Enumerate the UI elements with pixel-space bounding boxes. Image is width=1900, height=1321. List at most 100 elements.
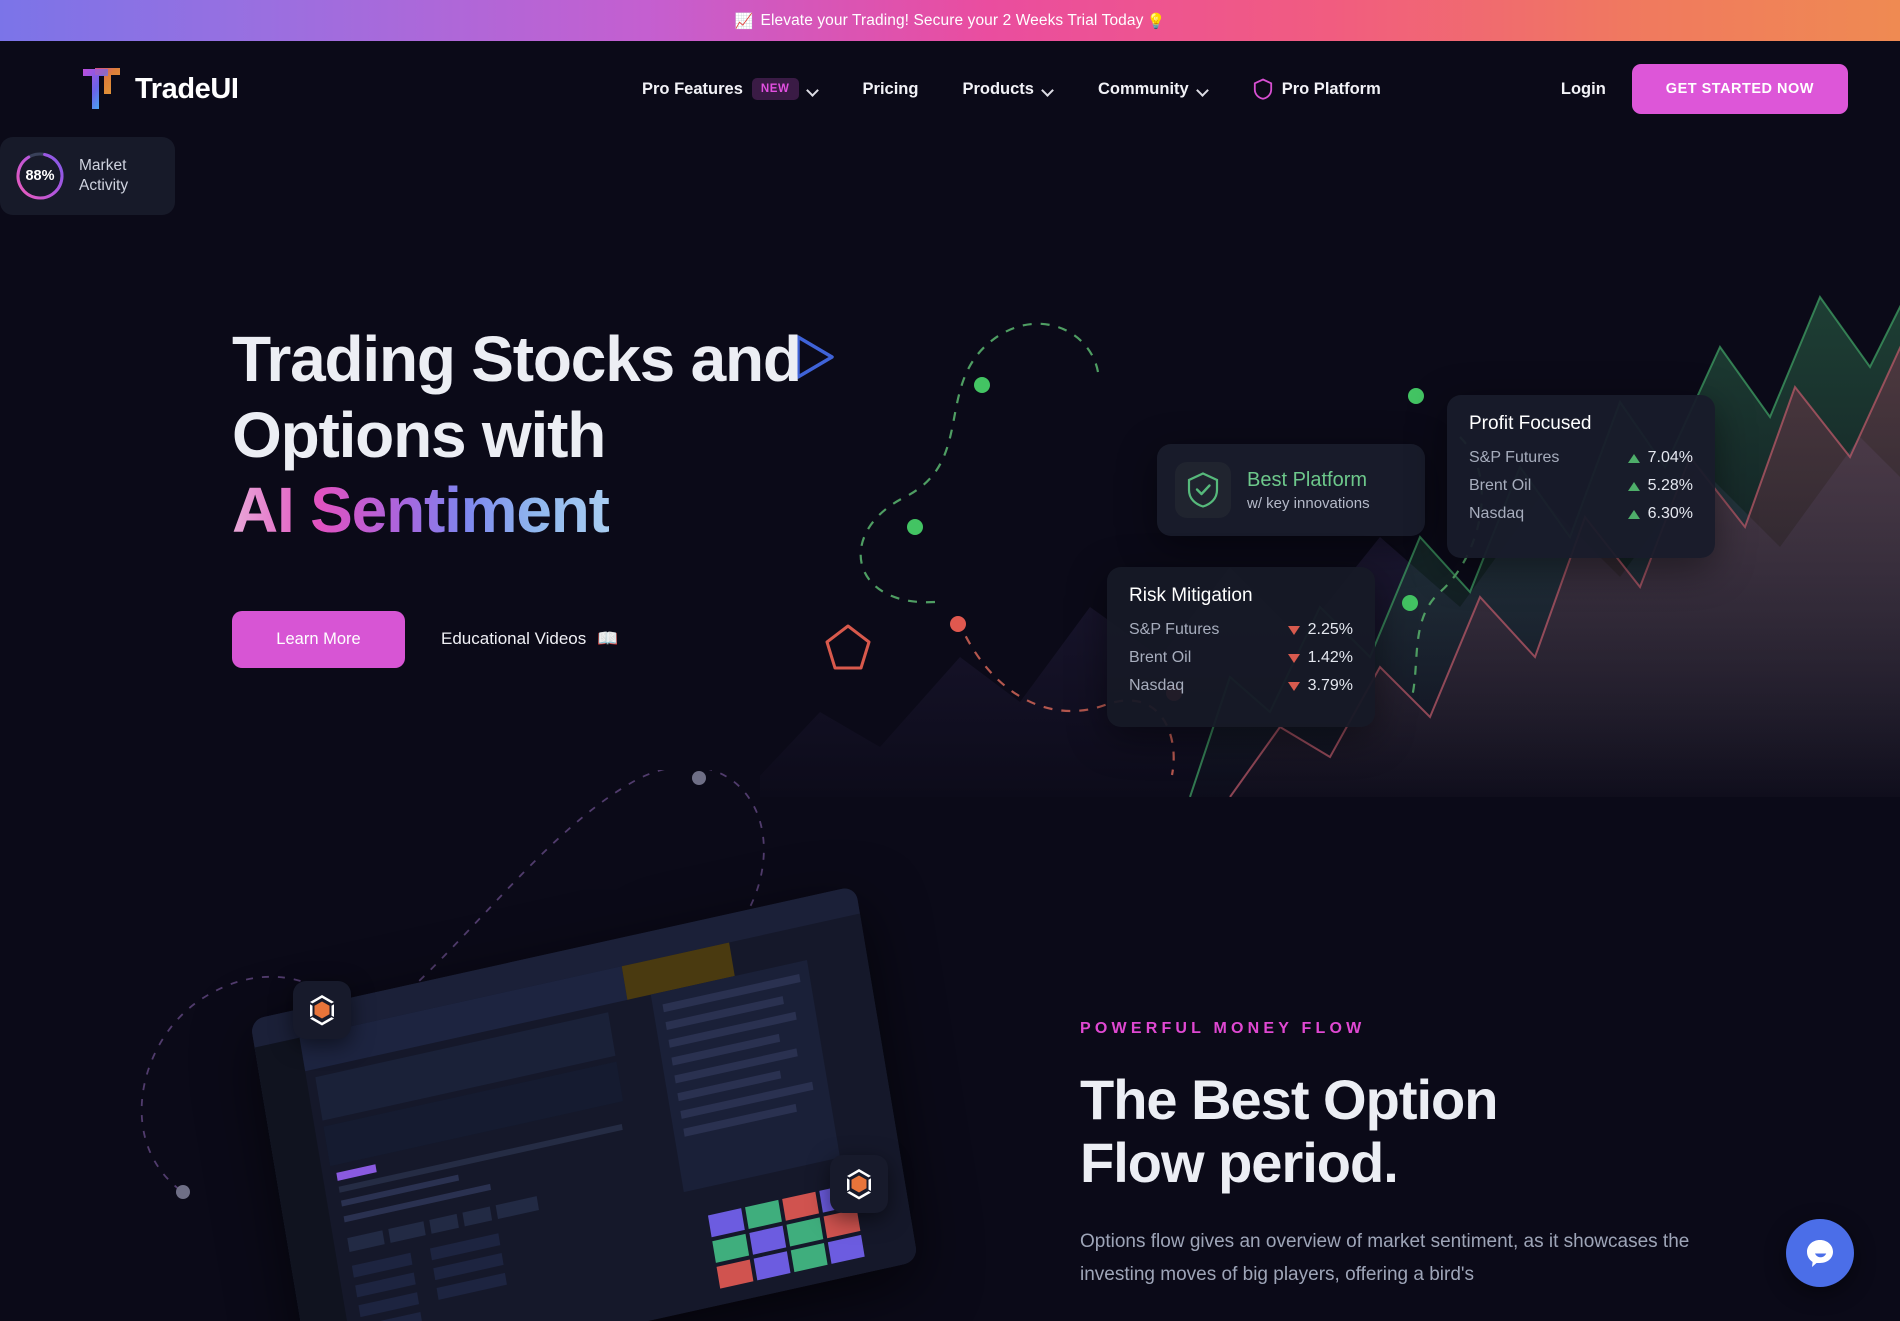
path-dot-green: [1408, 388, 1424, 404]
cube-badge-top: [293, 981, 351, 1039]
cube-icon: [847, 1169, 871, 1200]
logo[interactable]: TradeUI: [82, 66, 239, 112]
risk-mitigation-card: Risk Mitigation S&P Futures 2.25% Brent …: [1107, 567, 1375, 727]
chat-widget-button[interactable]: [1786, 1219, 1854, 1287]
market-activity-label: Market Activity: [79, 156, 128, 196]
section-title-line1: The Best Option: [1080, 1068, 1498, 1131]
triangle-down-icon: [1287, 625, 1300, 635]
get-started-button[interactable]: GET STARTED NOW: [1631, 64, 1848, 114]
row-value: 5.28%: [1627, 477, 1693, 495]
row-value: 3.79%: [1287, 677, 1353, 695]
new-badge: NEW: [751, 78, 799, 100]
nav-item-pro-features[interactable]: Pro Features NEW: [620, 78, 841, 100]
nav-links: Pro Features NEW Pricing Products Commun…: [620, 78, 1403, 100]
table-row: Brent Oil 5.28%: [1469, 477, 1693, 495]
login-link[interactable]: Login: [1535, 80, 1632, 99]
market-activity-line2: Activity: [79, 177, 129, 194]
hero-copy: Trading Stocks and Options with AI Senti…: [232, 322, 992, 668]
market-activity-card: 88% Market Activity: [0, 137, 175, 215]
table-row: Nasdaq 3.79%: [1129, 677, 1353, 695]
headline-line-2: Options with: [232, 398, 606, 471]
chevron-down-icon: [1198, 86, 1209, 93]
market-activity-gauge: 88%: [14, 150, 66, 202]
triangle-down-icon: [1287, 653, 1300, 663]
row-label: S&P Futures: [1469, 449, 1560, 466]
table-row: Brent Oil 1.42%: [1129, 649, 1353, 667]
promo-text: Elevate your Trading! Secure your 2 Week…: [760, 11, 1144, 29]
row-value-text: 7.04%: [1647, 449, 1693, 466]
row-value-text: 1.42%: [1307, 649, 1353, 666]
logo-text: TradeUI: [135, 72, 239, 105]
nav-label: Products: [962, 79, 1034, 98]
row-value: 1.42%: [1287, 649, 1353, 667]
headline-accent: AI Sentiment: [232, 474, 610, 547]
row-value-text: 3.79%: [1307, 677, 1353, 694]
row-value: 7.04%: [1627, 449, 1693, 467]
chevron-down-icon: [1043, 86, 1054, 93]
triangle-up-icon: [1627, 481, 1640, 491]
row-value-text: 2.25%: [1307, 621, 1353, 638]
row-label: Nasdaq: [1469, 505, 1525, 522]
nav-item-pro-platform[interactable]: Pro Platform: [1231, 78, 1403, 100]
page-root: 📈 Elevate your Trading! Secure your 2 We…: [0, 0, 1900, 1321]
card-title: Profit Focused: [1469, 413, 1592, 434]
row-label: Brent Oil: [1469, 477, 1532, 494]
best-platform-text: Best Platform w/ key innovations: [1247, 469, 1370, 512]
section-title: The Best Option Flow period.: [1080, 1068, 1720, 1195]
open-book-icon: 📖: [597, 629, 619, 649]
chat-bubble-icon: [1807, 1240, 1833, 1267]
nav-label: Pro Platform: [1281, 79, 1381, 98]
best-platform-subtitle: w/ key innovations: [1247, 494, 1370, 512]
page-title: Trading Stocks and Options with AI Senti…: [232, 322, 992, 549]
nav-actions: Login GET STARTED NOW: [1535, 64, 1848, 114]
profit-focused-card: Profit Focused S&P Futures 7.04% Brent O…: [1447, 395, 1715, 558]
market-activity-line1: Market: [79, 156, 127, 174]
nav-label: Community: [1097, 79, 1189, 98]
shield-icon: [1253, 78, 1273, 100]
section-body: Options flow gives an overview of market…: [1080, 1230, 1690, 1285]
headline-line-1: Trading Stocks and: [232, 323, 802, 395]
chart-increasing-icon: 📈: [734, 12, 754, 30]
row-label: Brent Oil: [1129, 649, 1192, 666]
educational-videos-link[interactable]: Educational Videos 📖: [441, 629, 618, 649]
learn-more-button[interactable]: Learn More: [232, 610, 405, 668]
money-flow-copy: POWERFUL MONEY FLOW The Best Option Flow…: [1080, 1020, 1720, 1291]
section-eyebrow: POWERFUL MONEY FLOW: [1080, 1020, 1366, 1037]
dashboard-screenshot: [250, 885, 919, 1321]
cube-badge-bottom: [830, 1155, 888, 1213]
path-dot-green: [1402, 595, 1418, 611]
row-value-text: 5.28%: [1647, 477, 1693, 494]
main-navigation: TradeUI Pro Features NEW Pricing Product…: [0, 41, 1900, 137]
gauge-percent: 88%: [25, 168, 55, 184]
section-title-line2: Flow period.: [1080, 1131, 1399, 1195]
tradeui-logo-icon: [82, 66, 122, 112]
light-bulb-icon: 💡: [1146, 12, 1166, 30]
table-row: S&P Futures 7.04%: [1469, 449, 1693, 467]
triangle-up-icon: [1627, 509, 1640, 519]
hero-actions: Learn More Educational Videos 📖: [232, 610, 992, 668]
nav-item-pricing[interactable]: Pricing: [841, 80, 941, 99]
best-platform-title: Best Platform: [1247, 468, 1368, 491]
educational-videos-label: Educational Videos: [441, 629, 587, 649]
best-platform-card: Best Platform w/ key innovations: [1157, 444, 1425, 536]
triangle-down-icon: [1287, 681, 1300, 691]
money-flow-section: POWERFUL MONEY FLOW The Best Option Flow…: [0, 770, 1900, 1321]
hero-section: Trading Stocks and Options with AI Senti…: [0, 137, 1900, 797]
nav-label: Pro Features: [642, 79, 743, 98]
shield-check-icon: [1175, 462, 1231, 518]
table-row: S&P Futures 2.25%: [1129, 621, 1353, 639]
row-label: Nasdaq: [1129, 677, 1185, 694]
row-value: 2.25%: [1287, 621, 1353, 639]
chevron-down-icon: [808, 86, 819, 93]
cube-icon: [310, 995, 334, 1026]
table-row: Nasdaq 6.30%: [1469, 505, 1693, 523]
row-value: 6.30%: [1627, 505, 1693, 523]
row-label: S&P Futures: [1129, 621, 1220, 638]
triangle-up-icon: [1627, 453, 1640, 463]
nav-label: Pricing: [862, 79, 919, 98]
nav-item-products[interactable]: Products: [940, 80, 1076, 99]
nav-item-community[interactable]: Community: [1076, 80, 1231, 99]
promo-banner[interactable]: 📈 Elevate your Trading! Secure your 2 We…: [0, 0, 1900, 41]
row-value-text: 6.30%: [1647, 505, 1693, 522]
card-title: Risk Mitigation: [1129, 585, 1253, 606]
